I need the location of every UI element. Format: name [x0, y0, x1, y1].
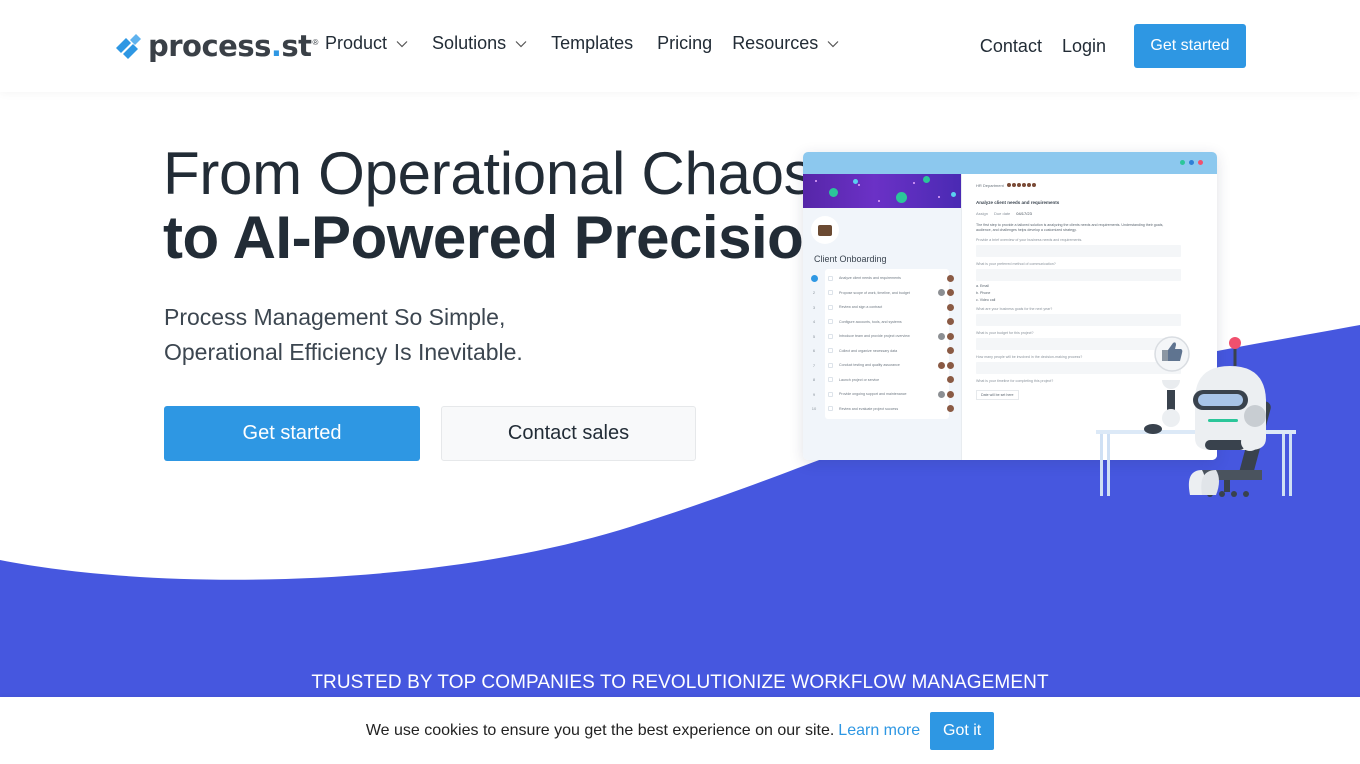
cookie-learn-more-link[interactable]: Learn more [838, 722, 920, 740]
checklist-title: Client Onboarding [814, 254, 887, 264]
task-row: 1Analyze client needs and requirements [808, 271, 954, 286]
page: process.st ® Product Solutions Templates… [0, 0, 1360, 764]
nav-product[interactable]: Product [325, 33, 408, 54]
form-field [976, 314, 1181, 326]
task-row: 10 Review and evaluate project success [808, 402, 954, 417]
task-row: 2 Propose scope of work, timeline, and bu… [808, 286, 954, 301]
due-date-value: 04/17/23 [1016, 211, 1032, 216]
blue-dot-icon [1189, 160, 1194, 165]
window-dots [1180, 160, 1203, 165]
hero-subtitle-line1: Process Management So Simple, [164, 304, 506, 330]
due-label: Due date [994, 211, 1011, 216]
red-dot-icon [1198, 160, 1203, 165]
mockup-window-bar [803, 152, 1217, 174]
cookie-banner: We use cookies to ensure you get the bes… [0, 697, 1360, 764]
checklist-avatar [811, 216, 839, 244]
main-nav: Product Solutions Templates Pricing Reso… [325, 33, 863, 54]
checklist-panel: Client Onboarding 1Analyze client needs … [803, 174, 961, 460]
form-question: Provide a brief overview of your busines… [976, 238, 1083, 242]
nav-resources-label: Resources [732, 33, 819, 53]
task-row: 9 Provide ongoing support and maintenance [808, 387, 954, 402]
antenna-light [1229, 337, 1241, 349]
nav-solutions-label: Solutions [432, 33, 507, 53]
briefcase-icon [818, 224, 832, 236]
hero-subtitle: Process Management So Simple, Operationa… [164, 300, 523, 370]
date-field: Date will be set here [976, 390, 1019, 400]
hero-get-started-button[interactable]: Get started [164, 406, 420, 461]
nav-pricing[interactable]: Pricing [657, 33, 712, 54]
chevron-down-icon [396, 40, 408, 47]
nav-product-label: Product [325, 33, 388, 53]
form-question: What is your preferred method of communi… [976, 262, 1056, 266]
logo[interactable]: process.st ® [114, 29, 319, 63]
form-option: b. Phone [976, 291, 991, 295]
check-badge-icon [829, 188, 838, 197]
nav-contact-link[interactable]: Contact [980, 36, 1042, 57]
nav-login-link[interactable]: Login [1062, 36, 1106, 57]
hero-subtitle-line2: Operational Efficiency Is Inevitable. [164, 339, 523, 365]
task-description: The first step to provide a tailored sol… [976, 223, 1164, 232]
form-field [976, 269, 1181, 281]
check-badge-icon [923, 176, 930, 183]
task-meta: Assign Due date 04/17/23 [976, 211, 1203, 216]
member-avatars [1005, 182, 1037, 188]
contact-sales-button[interactable]: Contact sales [441, 406, 696, 461]
department-row: HR Department [976, 182, 1203, 188]
task-row: 4 Configure accounts, tools, and systems [808, 315, 954, 330]
green-dot-icon [1180, 160, 1185, 165]
robot-illustration [1096, 336, 1296, 497]
checklist-banner [803, 174, 961, 208]
chevron-down-icon [515, 40, 527, 47]
mouse-icon [1144, 424, 1162, 434]
nav-resources[interactable]: Resources [732, 33, 839, 54]
department-label: HR Department [976, 182, 1004, 188]
task-row: 7 Conduct testing and quality assurance [808, 358, 954, 373]
form-question: What are your business goals for the nex… [976, 307, 1053, 311]
logo-wordmark: process.st [148, 29, 312, 63]
site-header: process.st ® Product Solutions Templates… [0, 0, 1360, 92]
form-option: c. Video call [976, 298, 996, 302]
task-detail-title: Analyze client needs and requirements [976, 200, 1060, 205]
nav-templates[interactable]: Templates [551, 33, 633, 54]
chevron-down-icon [827, 40, 839, 47]
hero-title: From Operational Chaos to AI-Powered Pre… [163, 140, 840, 271]
form-field [976, 245, 1181, 257]
registered-mark: ® [312, 37, 319, 47]
cookie-accept-button[interactable]: Got it [930, 711, 995, 750]
task-row: 5 Introduce team and provide project over… [808, 329, 954, 344]
trusted-by-heading: TRUSTED BY TOP COMPANIES TO REVOLUTIONIZ… [311, 672, 1049, 693]
cookie-message: We use cookies to ensure you get the bes… [365, 721, 835, 739]
task-list: 1Analyze client needs and requirements 2… [808, 271, 954, 416]
header-actions: Contact Login Get started [980, 24, 1246, 68]
logo-mark-icon [116, 34, 141, 59]
task-row: 3 Review and sign a contract [808, 300, 954, 315]
task-row: 8 Launch project or service [808, 373, 954, 388]
nav-pricing-label: Pricing [657, 33, 713, 53]
assign-label: Assign [976, 211, 989, 216]
form-option: a. Email [976, 284, 989, 288]
hero-title-line2: to AI-Powered Precision [163, 204, 840, 271]
hero-title-line1: From Operational Chaos [163, 140, 814, 207]
check-badge-icon [896, 192, 907, 203]
task-row: 6 Collect and organize necessary data [808, 344, 954, 359]
nav-templates-label: Templates [551, 33, 634, 53]
nav-solutions[interactable]: Solutions [432, 33, 527, 54]
header-get-started-button[interactable]: Get started [1134, 24, 1246, 68]
